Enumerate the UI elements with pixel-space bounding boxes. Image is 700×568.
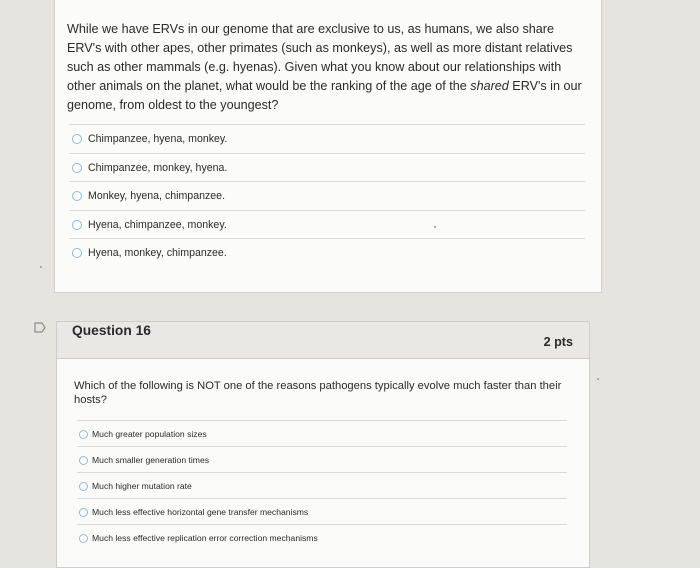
- question-15-text: While we have ERVs in our genome that ar…: [67, 20, 589, 115]
- answer-option-q16-4[interactable]: Much less effective horizontal gene tran…: [77, 498, 567, 524]
- answer-option-q15-4[interactable]: Hyena, chimpanzee, monkey.: [69, 209, 585, 239]
- option-label: Much less effective horizontal gene tran…: [92, 507, 309, 517]
- answer-option-q15-1[interactable]: Chimpanzee, hyena, monkey.: [69, 124, 585, 153]
- radio-button-icon[interactable]: [72, 134, 82, 144]
- decorative-dot: [434, 226, 436, 228]
- question-points: 2 pts: [543, 335, 573, 349]
- radio-button-icon[interactable]: [79, 508, 88, 517]
- option-label: Much smaller generation times: [92, 455, 210, 465]
- option-label: Hyena, chimpanzee, monkey.: [88, 218, 227, 231]
- option-label: Chimpanzee, hyena, monkey.: [88, 133, 228, 145]
- question-15-options: Chimpanzee, hyena, monkey. Chimpanzee, m…: [69, 124, 585, 267]
- radio-button-icon[interactable]: [79, 482, 88, 491]
- option-label: Much greater population sizes: [92, 429, 207, 439]
- answer-option-q16-3[interactable]: Much higher mutation rate: [77, 472, 567, 498]
- flag-outline-icon[interactable]: [34, 322, 46, 333]
- question-16-text: Which of the following is NOT one of the…: [74, 380, 562, 406]
- option-label: Much less effective replication error co…: [92, 533, 318, 543]
- radio-button-icon[interactable]: [79, 456, 88, 465]
- option-label: Monkey, hyena, chimpanzee.: [88, 190, 226, 203]
- answer-option-q15-3[interactable]: Monkey, hyena, chimpanzee.: [69, 181, 585, 210]
- question-16-options: Much greater population sizes Much small…: [77, 420, 567, 550]
- radio-button-icon[interactable]: [72, 191, 82, 202]
- question-header: Question 16 2 pts: [57, 322, 589, 359]
- decorative-dot: [40, 266, 42, 268]
- option-label: Hyena, monkey, chimpanzee.: [88, 247, 227, 260]
- question-16-card: Question 16 2 pts Which of the following…: [56, 321, 590, 568]
- question-title: Question 16: [72, 323, 151, 338]
- question-15-card: While we have ERVs in our genome that ar…: [54, 0, 602, 293]
- question-15-text-emphasis: shared: [470, 79, 509, 93]
- answer-option-q15-5[interactable]: Hyena, monkey, chimpanzee.: [69, 238, 585, 267]
- answer-option-q16-2[interactable]: Much smaller generation times: [77, 446, 567, 472]
- answer-option-q16-5[interactable]: Much less effective replication error co…: [77, 524, 567, 550]
- radio-button-icon[interactable]: [72, 162, 82, 173]
- radio-button-icon[interactable]: [72, 219, 82, 230]
- answer-option-q15-2[interactable]: Chimpanzee, monkey, hyena.: [69, 152, 585, 182]
- option-label: Chimpanzee, monkey, hyena.: [88, 161, 228, 174]
- radio-button-icon[interactable]: [79, 430, 88, 439]
- radio-button-icon[interactable]: [72, 248, 82, 259]
- decorative-dot: [597, 378, 599, 380]
- option-label: Much higher mutation rate: [92, 481, 192, 491]
- radio-button-icon[interactable]: [79, 534, 88, 543]
- answer-option-q16-1[interactable]: Much greater population sizes: [77, 420, 567, 446]
